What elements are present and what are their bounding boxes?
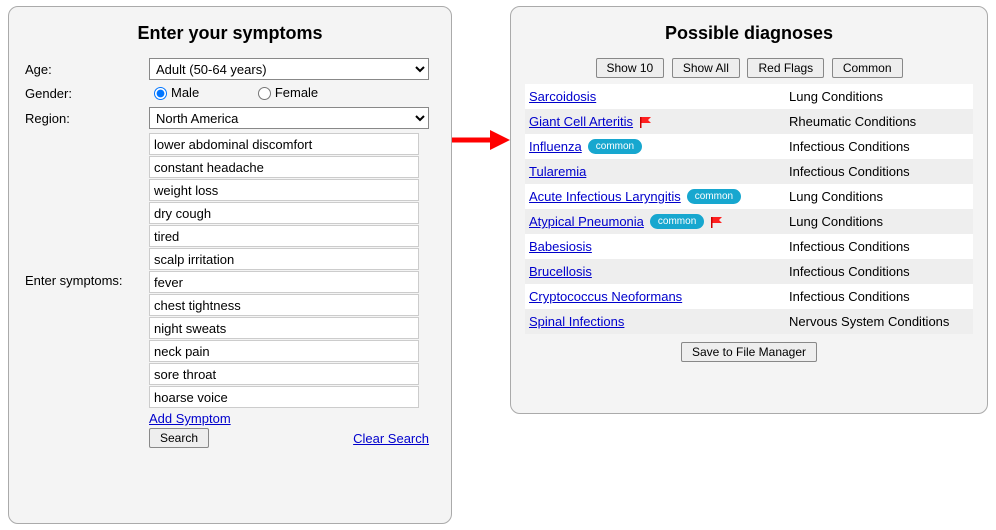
gender-label: Gender: [23, 86, 149, 101]
show-all-button[interactable]: Show All [672, 58, 740, 78]
diagnosis-category: Lung Conditions [789, 189, 969, 204]
symptom-input[interactable] [149, 202, 419, 224]
common-badge: common [687, 189, 741, 204]
save-to-file-manager-button[interactable]: Save to File Manager [681, 342, 817, 362]
symptom-input[interactable] [149, 363, 419, 385]
diagnosis-link[interactable]: Acute Infectious Laryngitis [529, 189, 681, 204]
diagnosis-link[interactable]: Brucellosis [529, 264, 592, 279]
red-flag-icon [710, 216, 724, 228]
diagnosis-category: Infectious Conditions [789, 264, 969, 279]
diagnosis-link[interactable]: Giant Cell Arteritis [529, 114, 633, 129]
diagnosis-category: Infectious Conditions [789, 139, 969, 154]
common-badge: common [588, 139, 642, 154]
region-label: Region: [23, 111, 149, 126]
arrow-icon [452, 128, 510, 152]
red-flag-icon [639, 116, 653, 128]
symptom-entry-panel: Enter your symptoms Age: Adult (50-64 ye… [8, 6, 452, 524]
clear-search-link[interactable]: Clear Search [353, 431, 429, 446]
diagnosis-link[interactable]: Cryptococcus Neoformans [529, 289, 682, 304]
diagnosis-category: Nervous System Conditions [789, 314, 969, 329]
gender-female-input[interactable] [258, 87, 271, 100]
symptom-input[interactable] [149, 225, 419, 247]
diagnosis-row: Cryptococcus Neoformans Infectious Condit… [525, 284, 973, 309]
diagnosis-category: Infectious Conditions [789, 289, 969, 304]
search-button[interactable]: Search [149, 428, 209, 448]
diagnosis-row: Babesiosis Infectious Conditions [525, 234, 973, 259]
diagnosis-category: Infectious Conditions [789, 164, 969, 179]
diagnosis-row: Giant Cell Arteritis Rheumatic Conditions [525, 109, 973, 134]
diagnosis-category: Infectious Conditions [789, 239, 969, 254]
diagnosis-row: Acute Infectious Laryngitis common Lung Co… [525, 184, 973, 209]
diagnoses-panel: Possible diagnoses Show 10 Show All Red … [510, 6, 988, 414]
age-select[interactable]: Adult (50-64 years) [149, 58, 429, 80]
symptom-input[interactable] [149, 271, 419, 293]
symptom-input[interactable] [149, 386, 419, 408]
gender-female-radio[interactable]: Female [253, 84, 318, 100]
symptom-input[interactable] [149, 340, 419, 362]
diagnosis-row: Tularemia Infectious Conditions [525, 159, 973, 184]
gender-male-radio[interactable]: Male [149, 84, 199, 100]
symptom-input[interactable] [149, 156, 419, 178]
symptom-input[interactable] [149, 248, 419, 270]
add-symptom-link[interactable]: Add Symptom [149, 411, 231, 426]
symptom-input[interactable] [149, 133, 419, 155]
diagnosis-link[interactable]: Influenza [529, 139, 582, 154]
symptom-input[interactable] [149, 317, 419, 339]
gender-male-input[interactable] [154, 87, 167, 100]
diagnosis-row: Influenza common Infectious Conditions [525, 134, 973, 159]
red-flags-button[interactable]: Red Flags [747, 58, 824, 78]
diagnosis-category: Rheumatic Conditions [789, 114, 969, 129]
diagnosis-link[interactable]: Sarcoidosis [529, 89, 596, 104]
show-10-button[interactable]: Show 10 [596, 58, 665, 78]
common-button[interactable]: Common [832, 58, 903, 78]
symptom-input[interactable] [149, 294, 419, 316]
symptoms-label: Enter symptoms: [23, 133, 149, 288]
diagnosis-link[interactable]: Tularemia [529, 164, 586, 179]
diagnosis-row: Brucellosis Infectious Conditions [525, 259, 973, 284]
diagnosis-link[interactable]: Babesiosis [529, 239, 592, 254]
symptom-panel-title: Enter your symptoms [23, 23, 437, 44]
diagnosis-category: Lung Conditions [789, 89, 969, 104]
common-badge: common [650, 214, 704, 229]
diagnoses-panel-title: Possible diagnoses [525, 23, 973, 44]
diagnosis-row: Spinal Infections Nervous System Conditio… [525, 309, 973, 334]
symptom-input[interactable] [149, 179, 419, 201]
diagnosis-row: Sarcoidosis Lung Conditions [525, 84, 973, 109]
diagnosis-link[interactable]: Atypical Pneumonia [529, 214, 644, 229]
region-select[interactable]: North America [149, 107, 429, 129]
diagnosis-link[interactable]: Spinal Infections [529, 314, 624, 329]
diagnosis-row: Atypical Pneumonia common Lung Conditions [525, 209, 973, 234]
diagnosis-category: Lung Conditions [789, 214, 969, 229]
age-label: Age: [23, 62, 149, 77]
